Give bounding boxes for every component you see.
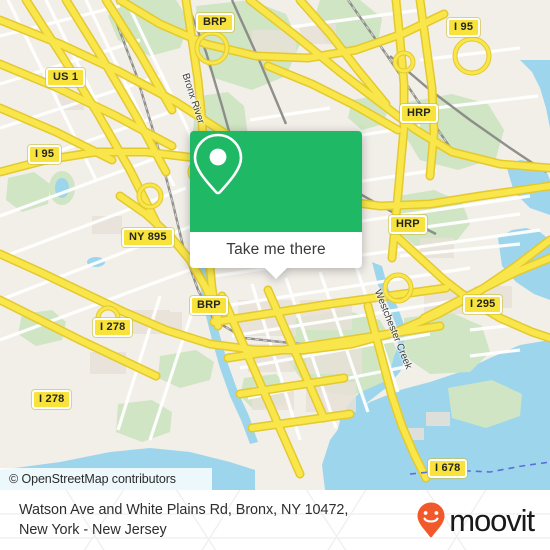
address-line-1: Watson Ave and White Plains Rd, Bronx, N… — [19, 502, 349, 518]
take-me-there-label: Take me there — [226, 241, 326, 258]
take-me-there-card[interactable]: Take me there — [190, 131, 362, 279]
highway-shield-brp[interactable]: BRP — [190, 296, 228, 315]
address-line-2: New York - New Jersey — [19, 522, 167, 538]
address-text: Watson Ave and White Plains Rd, Bronx, N… — [19, 500, 416, 540]
card-action-area[interactable]: Take me there — [190, 232, 362, 279]
highway-shield-hrp[interactable]: HRP — [400, 104, 438, 123]
highway-shield-i278[interactable]: I 278 — [32, 390, 72, 409]
highway-shield-i295[interactable]: I 295 — [463, 295, 503, 314]
osm-attribution-text: © OpenStreetMap contributors — [9, 472, 176, 486]
moovit-logo[interactable]: moovit — [416, 501, 536, 539]
map-canvas[interactable]: Bronx River Westchester Creek BRP I 95 U… — [0, 0, 550, 490]
osm-attribution[interactable]: © OpenStreetMap contributors — [0, 468, 212, 490]
highway-shield-hrp[interactable]: HRP — [389, 215, 427, 234]
highway-shield-i95[interactable]: I 95 — [447, 18, 481, 37]
map-pin-icon — [193, 133, 243, 195]
footer-content: Watson Ave and White Plains Rd, Bronx, N… — [0, 490, 550, 550]
highway-shield-i278[interactable]: I 278 — [93, 318, 133, 337]
highway-shield-us1[interactable]: US 1 — [46, 68, 86, 87]
moovit-map-page: Bronx River Westchester Creek BRP I 95 U… — [0, 0, 550, 550]
highway-shield-i95[interactable]: I 95 — [28, 145, 62, 164]
moovit-smiley-pin-icon — [417, 502, 445, 538]
highway-shield-ny895[interactable]: NY 895 — [122, 228, 174, 247]
footer-bar: Watson Ave and White Plains Rd, Bronx, N… — [0, 490, 550, 550]
moovit-wordmark: moovit — [449, 502, 535, 538]
highway-shield-i678[interactable]: I 678 — [428, 459, 468, 478]
highway-shield-brp[interactable]: BRP — [196, 13, 234, 32]
card-icon-area — [190, 131, 362, 232]
card-pointer-tail — [265, 268, 287, 279]
